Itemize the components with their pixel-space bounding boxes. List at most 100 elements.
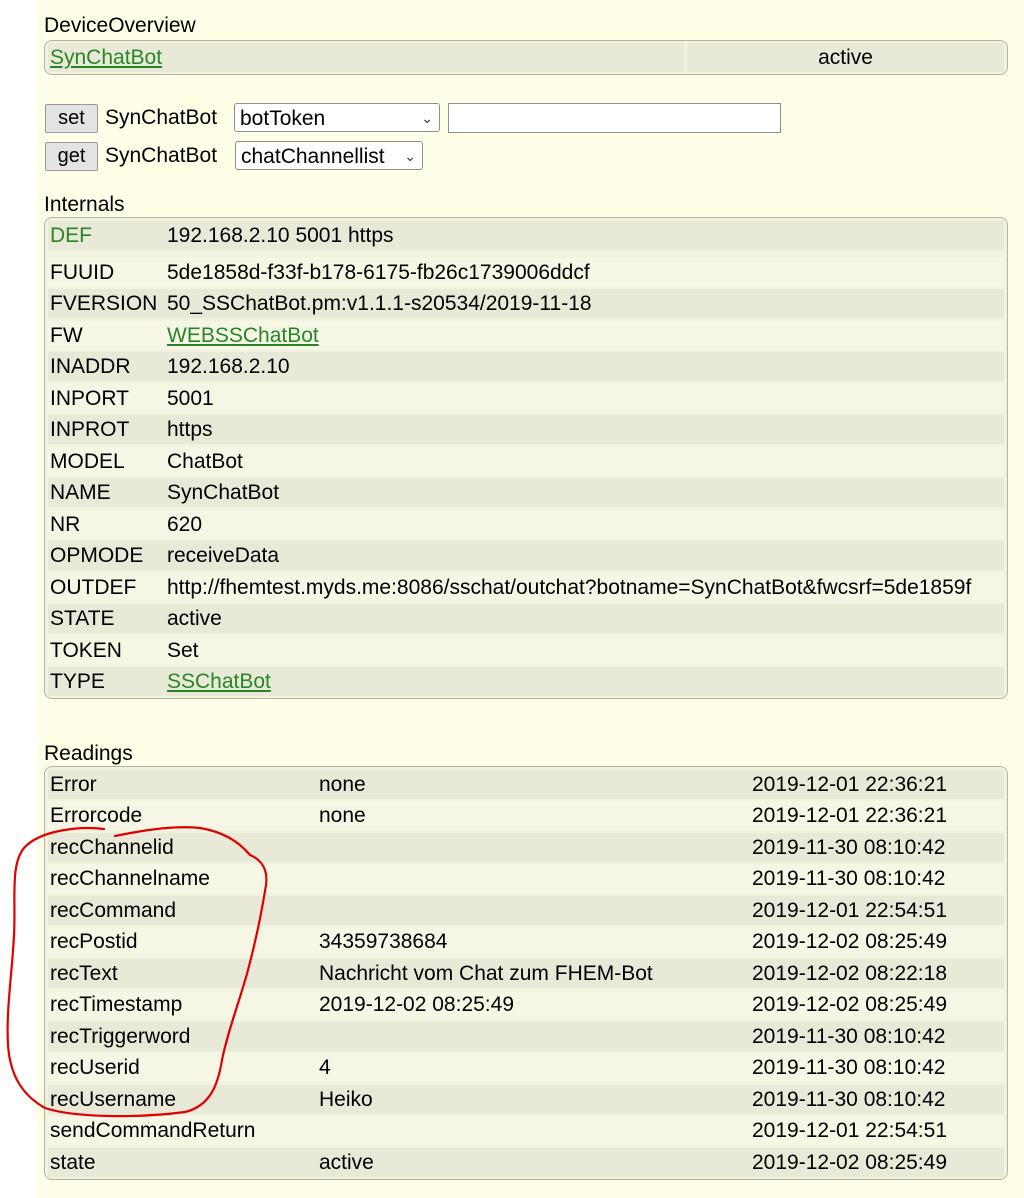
internals-title: Internals: [44, 193, 125, 216]
internal-key: INADDR: [50, 355, 131, 378]
reading-timestamp: 2019-12-01 22:54:51: [752, 1119, 947, 1142]
internals-row: FVERSION 50_SSChatBot.pm:v1.1.1-s20534/2…: [48, 289, 1004, 318]
reading-value: Heiko: [319, 1088, 373, 1111]
internals-row: TYPE SSChatBot: [48, 667, 1004, 696]
reading-timestamp: 2019-11-30 08:10:42: [752, 1056, 946, 1079]
internal-value: 5001: [167, 387, 214, 410]
reading-timestamp: 2019-12-02 08:25:49: [752, 1151, 947, 1174]
reading-value: none: [319, 773, 366, 796]
get-command-selected: chatChannellist: [241, 145, 385, 168]
internals-row: INPROT https: [48, 415, 1004, 444]
reading-key: sendCommandReturn: [50, 1119, 256, 1142]
reading-timestamp: 2019-11-30 08:10:42: [752, 867, 946, 890]
device-overview-table: SynChatBot active: [44, 40, 1008, 75]
reading-key: Error: [50, 773, 97, 796]
device-name-link[interactable]: SynChatBot: [50, 46, 162, 69]
reading-key: state: [50, 1151, 96, 1174]
internal-key: TOKEN: [50, 639, 122, 662]
set-button[interactable]: set: [45, 104, 98, 133]
readings-row: Error none 2019-12-01 22:36:21: [48, 770, 1004, 799]
internal-value: 192.168.2.10: [167, 355, 290, 378]
readings-row: recPostid 34359738684 2019-12-02 08:25:4…: [48, 927, 1004, 956]
get-command-select[interactable]: chatChannellist ⌄: [235, 141, 423, 170]
internal-value-link-cell: WEBSSChatBot: [167, 321, 1004, 350]
reading-value: [319, 864, 749, 893]
fw-link[interactable]: WEBSSChatBot: [167, 324, 319, 347]
internal-value: ChatBot: [167, 450, 243, 473]
internal-value: 50_SSChatBot.pm:v1.1.1-s20534/2019-11-18: [167, 292, 592, 315]
reading-value: 34359738684: [319, 930, 448, 953]
internals-row: INPORT 5001: [48, 384, 1004, 413]
internal-value: 192.168.2.10 5001 https: [167, 224, 394, 247]
reading-key: Errorcode: [50, 804, 143, 827]
internal-value: http://fhemtest.myds.me:8086/sschat/outc…: [167, 576, 972, 599]
set-command-selected: botToken: [240, 107, 326, 130]
reading-timestamp: 2019-12-02 08:22:18: [752, 962, 947, 985]
readings-row: recUserid 4 2019-11-30 08:10:42: [48, 1053, 1004, 1082]
reading-key: recTriggerword: [50, 1025, 191, 1048]
set-value-input[interactable]: [448, 103, 781, 133]
readings-row: Errorcode none 2019-12-01 22:36:21: [48, 801, 1004, 830]
reading-timestamp: 2019-11-30 08:10:42: [752, 1088, 946, 1111]
internal-value: receiveData: [167, 544, 280, 567]
internal-key: OUTDEF: [50, 576, 137, 599]
internals-row: INADDR 192.168.2.10: [48, 352, 1004, 381]
reading-timestamp: 2019-12-01 22:36:21: [752, 773, 947, 796]
reading-key: recUserid: [50, 1056, 140, 1079]
internals-row: DEF 192.168.2.10 5001 https: [48, 221, 1004, 250]
reading-timestamp: 2019-12-01 22:36:21: [752, 804, 947, 827]
readings-row: recTriggerword 2019-11-30 08:10:42: [48, 1022, 1004, 1051]
reading-value: active: [319, 1151, 374, 1174]
internals-row: TOKEN Set: [48, 636, 1004, 665]
internal-key: MODEL: [50, 450, 125, 473]
internals-row: NAME SynChatBot: [48, 478, 1004, 507]
internal-value: https: [167, 418, 213, 441]
internal-key: FUUID: [50, 261, 115, 284]
internal-value: 620: [167, 513, 203, 536]
reading-timestamp: 2019-11-30 08:10:42: [752, 1025, 946, 1048]
internal-value: Set: [167, 639, 199, 662]
reading-value: 4: [319, 1056, 331, 1079]
type-link[interactable]: SSChatBot: [167, 670, 271, 693]
internal-key: INPORT: [50, 387, 129, 410]
get-button[interactable]: get: [45, 142, 98, 171]
internal-value-link-cell: SSChatBot: [167, 667, 1004, 696]
internal-key: TYPE: [50, 670, 105, 693]
readings-title: Readings: [44, 742, 133, 765]
set-command-select[interactable]: botToken ⌄: [234, 103, 440, 132]
reading-value: 2019-12-02 08:25:49: [319, 993, 514, 1016]
reading-value: none: [319, 804, 366, 827]
device-overview-state: active: [687, 43, 1004, 72]
reading-timestamp: 2019-12-01 22:54:51: [752, 899, 947, 922]
readings-table: Error none 2019-12-01 22:36:21 Errorcode…: [44, 766, 1008, 1180]
reading-value: [319, 1116, 749, 1145]
internal-key[interactable]: DEF: [50, 221, 165, 250]
internals-row: STATE active: [48, 604, 1004, 633]
readings-row: recCommand 2019-12-01 22:54:51: [48, 896, 1004, 925]
reading-key: recTimestamp: [50, 993, 183, 1016]
device-overview-name-cell: SynChatBot: [48, 43, 684, 72]
reading-value: [319, 896, 749, 925]
reading-timestamp: 2019-11-30 08:10:42: [752, 836, 946, 859]
reading-key: recPostid: [50, 930, 138, 953]
readings-row: recTimestamp 2019-12-02 08:25:49 2019-12…: [48, 990, 1004, 1019]
reading-key: recChannelid: [50, 836, 174, 859]
internal-key: STATE: [50, 607, 115, 630]
reading-timestamp: 2019-12-02 08:25:49: [752, 930, 947, 953]
internals-row: MODEL ChatBot: [48, 447, 1004, 476]
internals-row: FW WEBSSChatBot: [48, 321, 1004, 350]
readings-row: recChannelname 2019-11-30 08:10:42: [48, 864, 1004, 893]
reading-key: recUsername: [50, 1088, 177, 1111]
internal-key: NR: [50, 513, 81, 536]
reading-key: recCommand: [50, 899, 177, 922]
internals-row: OUTDEF http://fhemtest.myds.me:8086/ssch…: [48, 573, 1004, 602]
chevron-down-icon: ⌄: [421, 110, 433, 126]
readings-row: recChannelid 2019-11-30 08:10:42: [48, 833, 1004, 862]
internal-key: OPMODE: [50, 544, 144, 567]
readings-row: recUsername Heiko 2019-11-30 08:10:42: [48, 1085, 1004, 1114]
chevron-down-icon: ⌄: [404, 148, 416, 164]
reading-timestamp: 2019-12-02 08:25:49: [752, 993, 947, 1016]
reading-value: [319, 1022, 749, 1051]
internals-row: OPMODE receiveData: [48, 541, 1004, 570]
internals-row: NR 620: [48, 510, 1004, 539]
